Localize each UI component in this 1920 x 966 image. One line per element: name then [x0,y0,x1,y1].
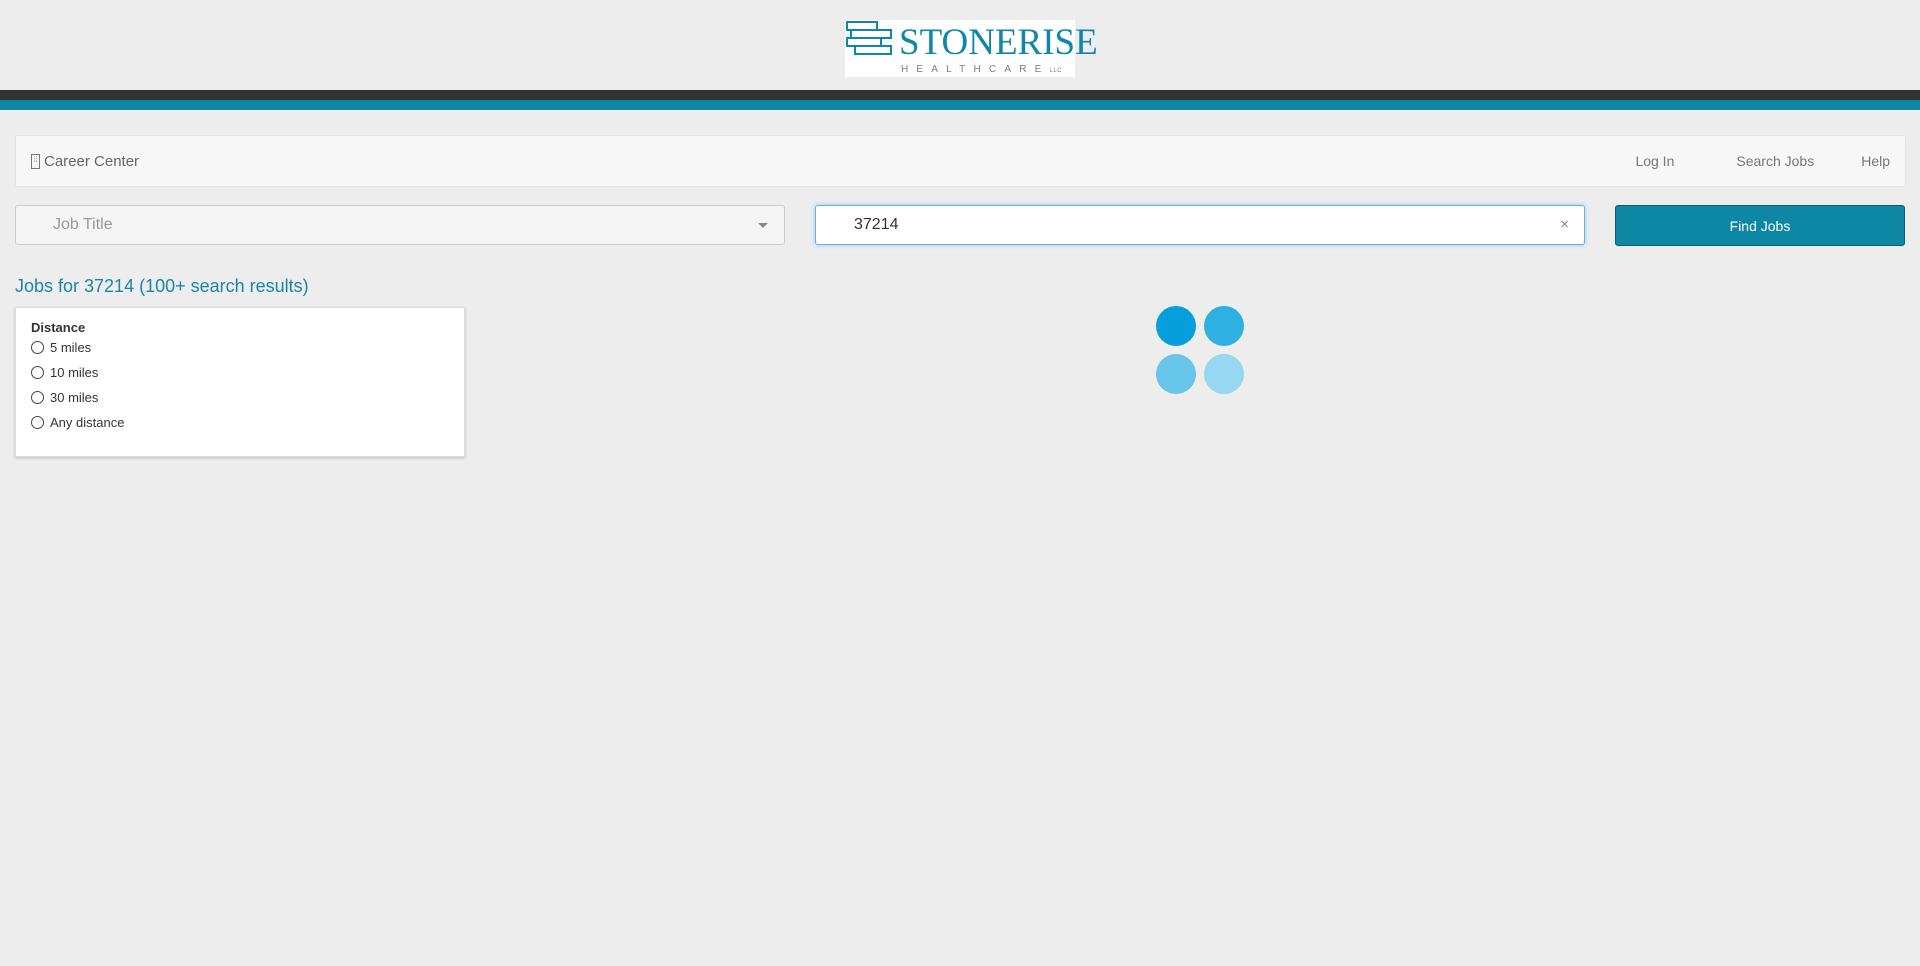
radio-icon[interactable] [31,341,44,354]
top-navbar: ⁞⁞ Career Center Log In Search Jobs Help [15,135,1906,187]
distance-option-label: 5 miles [50,340,92,355]
distance-option-5[interactable]: 5 miles [31,340,91,355]
chevron-down-icon [758,223,768,228]
stonerise-logo[interactable]: STONERISE HEALTHCARELLC [845,20,1098,77]
distance-option-label: Any distance [50,415,125,430]
career-center-brand[interactable]: ⁞⁞ Career Center [31,136,139,186]
loading-dot [1204,306,1244,346]
nav-links: Log In Search Jobs Help [1620,136,1905,186]
location-value: 37214 [854,216,899,233]
logo-wordmark: STONERISE [899,22,1098,63]
distance-filter-panel: Distance 5 miles 10 miles 30 miles Any d… [15,307,465,457]
location-input[interactable]: 37214 × [815,205,1585,245]
radio-icon[interactable] [31,391,44,404]
clear-location-icon[interactable]: × [1560,206,1569,244]
loading-dot [1156,306,1196,346]
logo-mark-icon [846,21,892,55]
header-stripe-dark [0,90,1920,100]
nav-log-in[interactable]: Log In [1620,153,1689,169]
distance-option-label: 30 miles [50,390,99,405]
logo-llc: LLC [1049,68,1063,74]
distance-filter-title: Distance [31,320,86,335]
results-heading: Jobs for 37214 (100+ search results) [15,276,309,296]
job-title-select[interactable]: Job Title [15,205,785,245]
loading-dot [1204,354,1244,394]
radio-icon[interactable] [31,416,44,429]
nav-search-jobs[interactable]: Search Jobs [1689,153,1829,169]
distance-option-label: 10 miles [50,365,99,380]
distance-option-10[interactable]: 10 miles [31,365,98,380]
logo-subtitle: HEALTHCARELLC [901,64,1063,75]
building-icon: ⁞⁞ [31,153,40,169]
career-center-label: Career Center [44,152,140,170]
find-jobs-button[interactable]: Find Jobs [1615,205,1905,246]
header-stripe-teal [0,100,1920,110]
radio-icon[interactable] [31,366,44,379]
distance-option-30[interactable]: 30 miles [31,390,98,405]
site-header: STONERISE HEALTHCARELLC [0,0,1920,90]
loading-dot [1156,354,1196,394]
job-title-placeholder: Job Title [53,216,113,233]
nav-help[interactable]: Help [1829,153,1905,169]
distance-option-any[interactable]: Any distance [31,415,124,430]
